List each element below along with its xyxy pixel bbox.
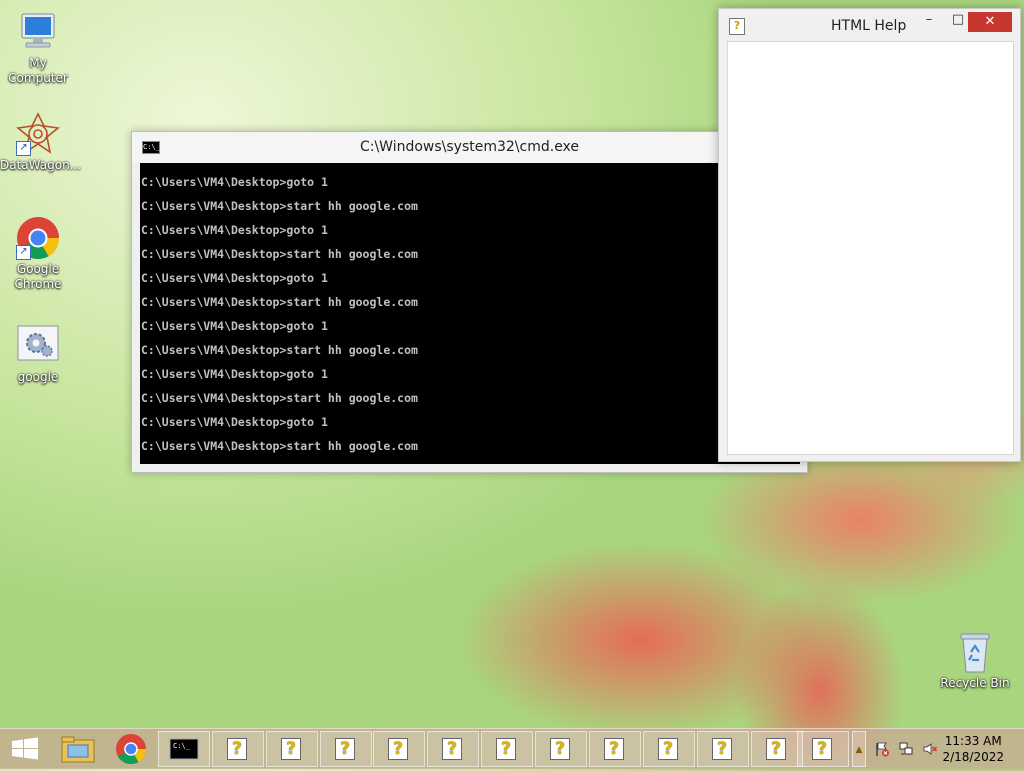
- help-icon: ?: [388, 738, 408, 760]
- console-line: C:\Users\VM4\Desktop>start hh google.com: [141, 439, 418, 453]
- desktop-icon-google-chrome[interactable]: ↗ Google Chrome: [0, 216, 76, 292]
- desktop-icon-datawagon[interactable]: ↗ DataWagon...: [0, 112, 82, 173]
- cmd-icon: C:\_: [169, 738, 199, 760]
- chrome-icon: ↗: [16, 216, 60, 260]
- desktop-icon-label: Google Chrome: [14, 262, 62, 291]
- settings-file-icon: [16, 324, 60, 368]
- taskbar-html-help-window[interactable]: ?: [643, 731, 695, 767]
- taskbar-html-help-window[interactable]: ?: [535, 731, 587, 767]
- help-icon: ?: [729, 18, 745, 35]
- console-line: C:\Users\VM4\Desktop>start hh google.com: [141, 343, 418, 357]
- console-line: C:\Users\VM4\Desktop>start hh google.com: [141, 199, 418, 213]
- taskbar-html-help-window[interactable]: ?: [589, 731, 641, 767]
- desktop-icon-recycle-bin[interactable]: Recycle Bin: [937, 630, 1013, 691]
- taskbar-overflow-button[interactable]: ▲: [852, 731, 866, 767]
- console-line: C:\Users\VM4\Desktop>goto 1: [141, 271, 328, 285]
- html-help-title-bar[interactable]: ? HTML Help – □ ✕: [719, 9, 1020, 41]
- volume-muted-icon[interactable]: [922, 741, 938, 757]
- desktop-icon-label: My Computer: [8, 56, 68, 85]
- taskbar-html-help-window[interactable]: ?: [373, 731, 425, 767]
- taskbar-cmd[interactable]: C:\_: [158, 731, 210, 767]
- windows-logo-icon: [12, 737, 38, 760]
- chrome-icon: [116, 734, 146, 765]
- console-line: C:\Users\VM4\Desktop>goto 1: [141, 175, 328, 189]
- help-icon: ?: [712, 738, 732, 760]
- help-icon: ?: [658, 738, 678, 760]
- datawagon-icon: ↗: [16, 112, 60, 156]
- help-icon: ?: [812, 738, 832, 760]
- taskbar-html-help-window[interactable]: ?: [320, 731, 372, 767]
- minimize-button[interactable]: –: [917, 12, 941, 32]
- action-center-flag-icon[interactable]: [874, 741, 890, 757]
- help-icon: ?: [281, 738, 301, 760]
- help-icon: ?: [227, 738, 247, 760]
- network-icon[interactable]: [898, 741, 914, 757]
- maximize-button[interactable]: □: [947, 12, 969, 32]
- console-line: C:\Users\VM4\Desktop>start hh google.com: [141, 391, 418, 405]
- clock-date: 2/18/2022: [942, 750, 1004, 764]
- taskbar-html-help-window[interactable]: ?: [751, 731, 803, 767]
- taskbar-html-help-window[interactable]: ?: [427, 731, 479, 767]
- desktop-icon-label: google: [17, 370, 59, 384]
- shortcut-arrow-icon: ↗: [16, 141, 31, 156]
- help-icon: ?: [604, 738, 624, 760]
- close-button[interactable]: ✕: [968, 12, 1012, 32]
- taskbar-clock[interactable]: 11:33 AM 2/18/2022: [942, 733, 1004, 765]
- cmd-window[interactable]: C:\_ C:\Windows\system32\cmd.exe – C:\Us…: [131, 131, 808, 473]
- console-line: C:\Users\VM4\Desktop>goto 1: [141, 367, 328, 381]
- cmd-title-bar[interactable]: C:\_ C:\Windows\system32\cmd.exe –: [132, 132, 807, 163]
- taskbar-html-help-window[interactable]: ?: [212, 731, 264, 767]
- system-tray: 11:33 AM 2/18/2022: [870, 729, 1024, 769]
- desktop-icon-label: DataWagon...: [0, 158, 82, 172]
- console-line: C:\Users\VM4\Desktop>goto 1: [141, 319, 328, 333]
- taskbar-html-help-window[interactable]: ?: [266, 731, 318, 767]
- cmd-window-title: C:\Windows\system32\cmd.exe: [359, 139, 580, 155]
- taskbar-html-help-window[interactable]: ?: [481, 731, 533, 767]
- html-help-window[interactable]: ? HTML Help – □ ✕: [718, 8, 1021, 462]
- taskbar: C:\_ ? ? ? ? ? ? ? ? ? ? ? ? ▲ 11:33 AM …: [0, 728, 1024, 769]
- help-icon: ?: [442, 738, 462, 760]
- file-explorer-icon: [61, 736, 95, 763]
- shortcut-arrow-icon: ↗: [16, 245, 31, 260]
- taskbar-file-explorer[interactable]: [52, 731, 104, 767]
- desktop-icon-my-computer[interactable]: My Computer: [0, 10, 76, 86]
- desktop-icon-google-file[interactable]: google: [0, 324, 76, 385]
- console-line: C:\Users\VM4\Desktop>goto 1: [141, 415, 328, 429]
- console-line: C:\Users\VM4\Desktop>start hh google.com: [141, 247, 418, 261]
- html-help-title: HTML Help: [831, 18, 907, 34]
- help-icon: ?: [550, 738, 570, 760]
- computer-icon: [16, 10, 60, 54]
- help-icon: ?: [335, 738, 355, 760]
- console-line: C:\Users\VM4\Desktop>goto 1: [141, 223, 328, 237]
- start-button[interactable]: [0, 731, 52, 767]
- clock-time: 11:33 AM: [944, 734, 1002, 748]
- html-help-content-pane[interactable]: [727, 41, 1014, 455]
- desktop-icon-label: Recycle Bin: [940, 676, 1010, 690]
- recycle-bin-icon: [953, 630, 997, 674]
- svg-text:C:\_: C:\_: [173, 742, 191, 750]
- console-output[interactable]: C:\Users\VM4\Desktop>goto 1 C:\Users\VM4…: [140, 163, 800, 464]
- taskbar-chrome[interactable]: [105, 731, 157, 767]
- taskbar-html-help-window[interactable]: ?: [697, 731, 749, 767]
- taskbar-html-help-window[interactable]: ?: [797, 731, 849, 767]
- help-icon: ?: [766, 738, 786, 760]
- console-line: C:\Users\VM4\Desktop>start hh google.com: [141, 295, 418, 309]
- help-icon: ?: [496, 738, 516, 760]
